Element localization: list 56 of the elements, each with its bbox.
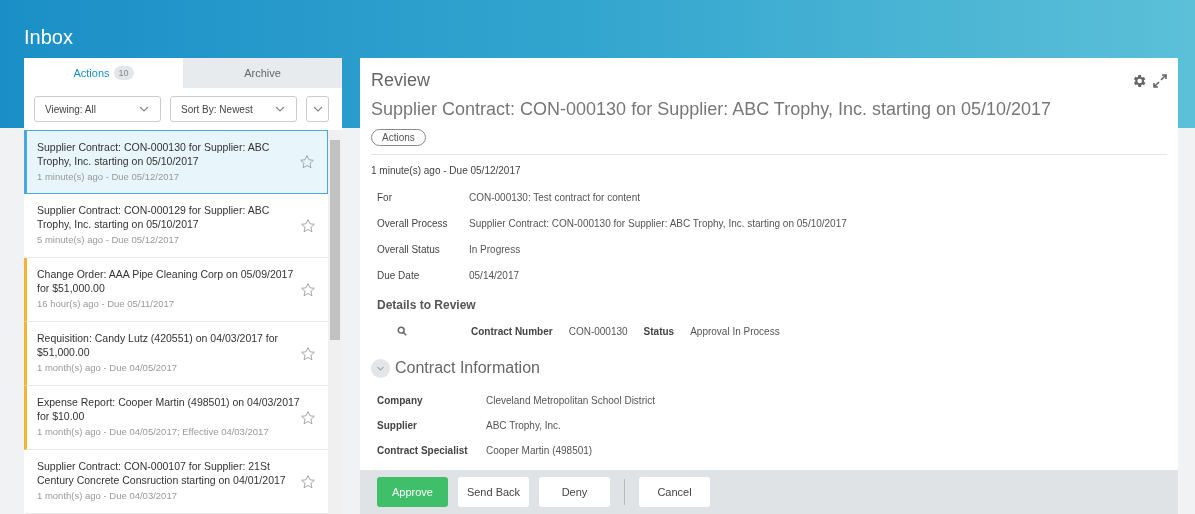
inbox-item[interactable]: Supplier Contract: CON-000130 for Supplier: ABC Trophy, Inc. starting on 05/10/2017 1 minute(s) ago - Due 05/12/2017 [24, 130, 328, 194]
star-icon[interactable] [300, 281, 316, 298]
expand-icon[interactable] [1153, 73, 1167, 88]
item-title: Expense Report: Cooper Martin (498501) on 04/03/2017 for $10.00 [37, 395, 300, 424]
item-meta: 16 hour(s) ago - Due 05/11/2017 [37, 297, 176, 312]
search-icon[interactable] [397, 326, 407, 336]
star-icon[interactable] [300, 473, 316, 490]
item-title: Change Order: AAA Pipe Cleaning Corp on 05/09/2017 for $51,000.00 [37, 267, 295, 296]
field-value: In Progress [469, 242, 521, 257]
viewing-dropdown[interactable]: Viewing: All [34, 96, 161, 122]
item-meta: 1 month(s) ago - Due 04/05/2017 [37, 361, 178, 376]
review-heading: Review [371, 69, 431, 92]
detail-value: CON-000130 [568, 324, 628, 339]
review-meta: 1 minute(s) ago - Due 05/12/2017 [371, 164, 522, 178]
field-label: Company [377, 394, 424, 408]
item-meta: 1 month(s) ago - Due 04/03/2017 [37, 489, 178, 504]
star-icon[interactable] [300, 409, 316, 426]
detail-label: Status [643, 324, 675, 339]
action-button[interactable]: Cancel [639, 477, 710, 507]
page-title: Inbox [24, 26, 73, 48]
tab[interactable]: Archive [183, 58, 342, 88]
item-meta: 1 minute(s) ago - Due 05/12/2017 [37, 169, 181, 184]
count-badge: 10 [113, 66, 134, 80]
sort-dropdown[interactable]: Sort By: Newest [170, 96, 297, 122]
action-button[interactable]: Send Back [458, 477, 529, 507]
field-label: Overall Status [377, 242, 441, 257]
star-icon[interactable] [300, 217, 316, 234]
field-label: Contract Specialist [377, 444, 469, 458]
field-label: For [377, 190, 393, 205]
review-title: Supplier Contract: CON-000130 for Supplier: ABC Trophy, Inc. starting on 05/10/2017 [371, 98, 1053, 121]
field-label: Supplier [377, 419, 418, 433]
star-icon[interactable] [299, 154, 315, 170]
expand-dropdown[interactable] [306, 96, 329, 122]
section-heading: Details to Review [377, 297, 477, 314]
settings-icon[interactable] [1131, 72, 1147, 89]
scrollbar[interactable] [328, 130, 342, 514]
item-title: Supplier Contract: CON-000129 for Supplier: ABC Trophy, Inc. starting on 05/10/2017 [37, 203, 271, 232]
field-label: Due Date [377, 268, 421, 283]
field-value: CON-000130: Test contract for content [469, 190, 640, 205]
collapse-toggle[interactable] [371, 358, 390, 378]
item-title: Supplier Contract: CON-000130 for Supplier: ABC Trophy, Inc. starting on 05/10/2017 [37, 139, 271, 168]
item-title: Supplier Contract: CON-000107 for Supplier: 21St Century Concrete Consruction starting on 04/01/2017 [37, 459, 287, 488]
field-value: Supplier Contract: CON-000130 for Supplier: ABC Trophy, Inc. starting on 05/10/2017 [469, 216, 847, 231]
star-icon[interactable] [300, 345, 316, 362]
detail-value: Approval In Process [690, 324, 780, 339]
action-button[interactable]: Deny [539, 477, 610, 507]
section-title: Contract Information [395, 358, 540, 378]
field-value: ABC Trophy, Inc. [486, 419, 561, 433]
field-label: Overall Process [377, 216, 449, 231]
item-meta: 1 month(s) ago - Due 04/05/2017; Effective 04/03/2017 [37, 425, 270, 440]
field-value: 05/14/2017 [469, 268, 520, 283]
field-value: Cleveland Metropolitan School District [486, 394, 655, 408]
detail-label: Contract Number [471, 324, 553, 339]
field-value: Cooper Martin (498501) [486, 444, 593, 458]
item-title: Requisition: Candy Lutz (420551) on 04/03/2017 for $51,000.00 [37, 331, 280, 360]
item-meta: 5 minute(s) ago - Due 05/12/2017 [37, 233, 181, 248]
